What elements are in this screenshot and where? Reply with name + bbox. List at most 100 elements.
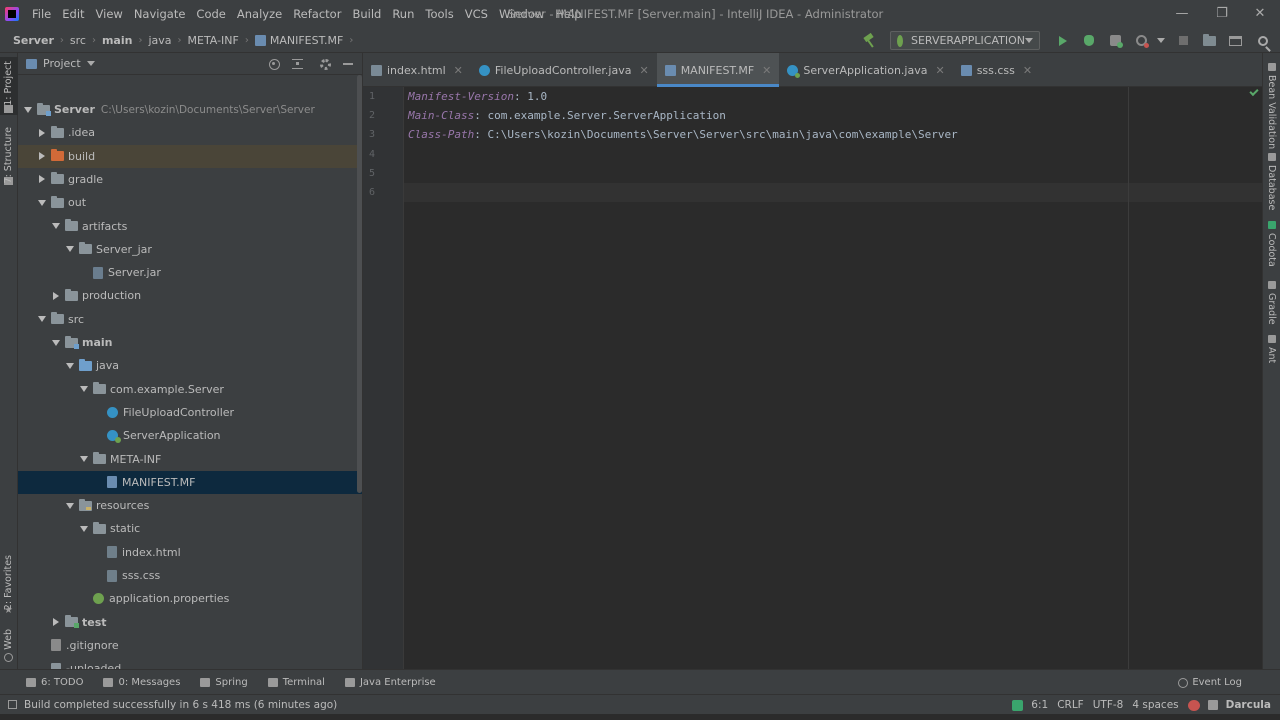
expanded-arrow-icon[interactable] xyxy=(51,338,61,348)
read-only-lock-icon[interactable] xyxy=(1207,700,1218,710)
tab-index-html[interactable]: index.html ✕ xyxy=(363,53,471,87)
tree-item[interactable]: FileUploadController xyxy=(18,401,362,424)
expanded-arrow-icon[interactable] xyxy=(79,384,89,394)
presentation-button[interactable] xyxy=(1224,31,1246,51)
collapsed-arrow-icon[interactable] xyxy=(37,151,47,161)
project-structure-button[interactable] xyxy=(1198,31,1220,51)
tool-java-enterprise[interactable]: Java Enterprise xyxy=(344,677,436,688)
tree-item[interactable]: static xyxy=(18,517,362,540)
indent-setting[interactable]: 4 spaces xyxy=(1132,699,1178,711)
caret-position[interactable]: 6:1 xyxy=(1031,699,1048,711)
menu-item-code[interactable]: Code xyxy=(191,0,231,28)
tree-item[interactable]: META-INF xyxy=(18,448,362,471)
tree-item[interactable]: main xyxy=(18,331,362,354)
close-tab-icon[interactable]: ✕ xyxy=(1023,64,1032,77)
tree-item[interactable]: index.html xyxy=(18,541,362,564)
close-tab-icon[interactable]: ✕ xyxy=(454,64,463,77)
tree-item[interactable]: com.example.Server xyxy=(18,378,362,401)
tool-messages[interactable]: 0: Messages xyxy=(103,677,180,688)
line-separator[interactable]: CRLF xyxy=(1057,699,1084,711)
tree-item[interactable]: resources xyxy=(18,494,362,517)
coverage-button[interactable] xyxy=(1104,31,1126,51)
collapsed-arrow-icon[interactable] xyxy=(37,174,47,184)
tree-item[interactable]: .idea xyxy=(18,121,362,144)
menu-item-navigate[interactable]: Navigate xyxy=(129,0,192,28)
expanded-arrow-icon[interactable] xyxy=(51,221,61,231)
expanded-arrow-icon[interactable] xyxy=(79,454,89,464)
event-log-button[interactable]: Event Log xyxy=(1178,670,1242,695)
tab-manifest-mf[interactable]: MANIFEST.MF ✕ xyxy=(656,53,780,87)
menu-item-build[interactable]: Build xyxy=(347,0,387,28)
breadcrumb-src[interactable]: src xyxy=(70,34,86,47)
tab-serverapplication-java[interactable]: ServerApplication.java ✕ xyxy=(779,53,952,87)
breadcrumb-java[interactable]: java xyxy=(148,34,171,47)
breadcrumb-meta-inf[interactable]: META-INF xyxy=(188,34,239,47)
tree-item[interactable]: Server_jar xyxy=(18,238,362,261)
tool-terminal[interactable]: Terminal xyxy=(267,677,325,688)
breadcrumb-main[interactable]: main xyxy=(102,34,133,47)
panel-settings-button[interactable] xyxy=(317,56,333,72)
project-panel-title[interactable]: Project xyxy=(43,57,81,70)
maximize-button[interactable]: ❐ xyxy=(1202,0,1242,28)
inspection-ok-icon[interactable] xyxy=(1249,86,1259,97)
tree-item[interactable]: production xyxy=(18,284,362,307)
tree-item[interactable]: Server C:\Users\kozin\Documents\Server\Se… xyxy=(18,98,362,121)
profile-button[interactable] xyxy=(1130,31,1152,51)
close-tab-icon[interactable]: ✕ xyxy=(935,64,944,77)
expanded-arrow-icon[interactable] xyxy=(79,524,89,534)
tree-item[interactable]: -uploaded xyxy=(18,657,362,669)
project-tree-scrollbar[interactable] xyxy=(357,75,362,493)
terminal-status-icon[interactable] xyxy=(1012,699,1024,711)
tool-windows-toggle-icon[interactable] xyxy=(8,700,17,709)
tab-fileuploadcontroller-java[interactable]: FileUploadController.java ✕ xyxy=(471,53,657,87)
tree-item[interactable]: MANIFEST.MF xyxy=(18,470,362,494)
expanded-arrow-icon[interactable] xyxy=(37,314,47,324)
collapse-all-button[interactable] xyxy=(289,56,305,72)
run-configuration-select[interactable]: SERVERAPPLICATION xyxy=(890,31,1040,50)
tree-item[interactable]: gradle xyxy=(18,168,362,191)
tree-item[interactable]: src xyxy=(18,308,362,331)
code-editor[interactable]: 1 Manifest-Version: 1.0 2 Main-Class: com.e… xyxy=(363,86,1262,669)
expanded-arrow-icon[interactable] xyxy=(65,244,75,254)
tab-favorites-tool[interactable]: 2: Favorites ★ xyxy=(0,553,18,619)
menu-item-refactor[interactable]: Refactor xyxy=(288,0,347,28)
collapsed-arrow-icon[interactable] xyxy=(51,617,61,627)
tree-item[interactable]: test xyxy=(18,611,362,634)
menu-item-run[interactable]: Run xyxy=(387,0,420,28)
menu-item-analyze[interactable]: Analyze xyxy=(232,0,288,28)
tree-item[interactable]: Server.jar xyxy=(18,261,362,284)
tree-item[interactable]: java xyxy=(18,354,362,377)
tree-item[interactable]: artifacts xyxy=(18,215,362,238)
minimize-button[interactable]: — xyxy=(1162,0,1202,28)
menu-item-edit[interactable]: Edit xyxy=(57,0,90,28)
tree-item[interactable]: build xyxy=(18,144,362,168)
collapsed-arrow-icon[interactable] xyxy=(37,128,47,138)
tool-todo[interactable]: 6: TODO xyxy=(26,677,83,688)
debug-button[interactable] xyxy=(1078,31,1100,51)
tree-item[interactable]: ServerApplication xyxy=(18,424,362,447)
profile-dropdown[interactable] xyxy=(1156,31,1166,51)
tool-spring[interactable]: Spring xyxy=(200,677,248,688)
menu-item-file[interactable]: File xyxy=(27,0,57,28)
breadcrumb-manifest[interactable]: MANIFEST.MF xyxy=(270,34,343,47)
status-message[interactable]: Build completed successfully in 6 s 418 … xyxy=(24,699,337,711)
collapsed-arrow-icon[interactable] xyxy=(51,291,61,301)
locate-file-button[interactable] xyxy=(266,56,282,72)
git-status-icon[interactable] xyxy=(1187,699,1200,711)
expanded-arrow-icon[interactable] xyxy=(37,198,47,208)
search-everywhere-button[interactable] xyxy=(1250,31,1272,51)
close-button[interactable]: ✕ xyxy=(1240,0,1280,28)
file-encoding[interactable]: UTF-8 xyxy=(1093,699,1124,711)
breadcrumb-server[interactable]: Server xyxy=(13,34,54,47)
tab-sss-css[interactable]: sss.css ✕ xyxy=(953,53,1040,87)
menu-item-view[interactable]: View xyxy=(91,0,129,28)
expanded-arrow-icon[interactable] xyxy=(23,105,33,115)
run-button[interactable] xyxy=(1052,31,1074,51)
stop-button[interactable] xyxy=(1172,31,1194,51)
close-tab-icon[interactable]: ✕ xyxy=(762,64,771,77)
tree-item[interactable]: out xyxy=(18,191,362,214)
tree-item[interactable]: sss.css xyxy=(18,564,362,587)
build-hammer-icon[interactable] xyxy=(862,34,878,48)
chevron-down-icon[interactable] xyxy=(86,61,95,66)
expanded-arrow-icon[interactable] xyxy=(65,361,75,371)
